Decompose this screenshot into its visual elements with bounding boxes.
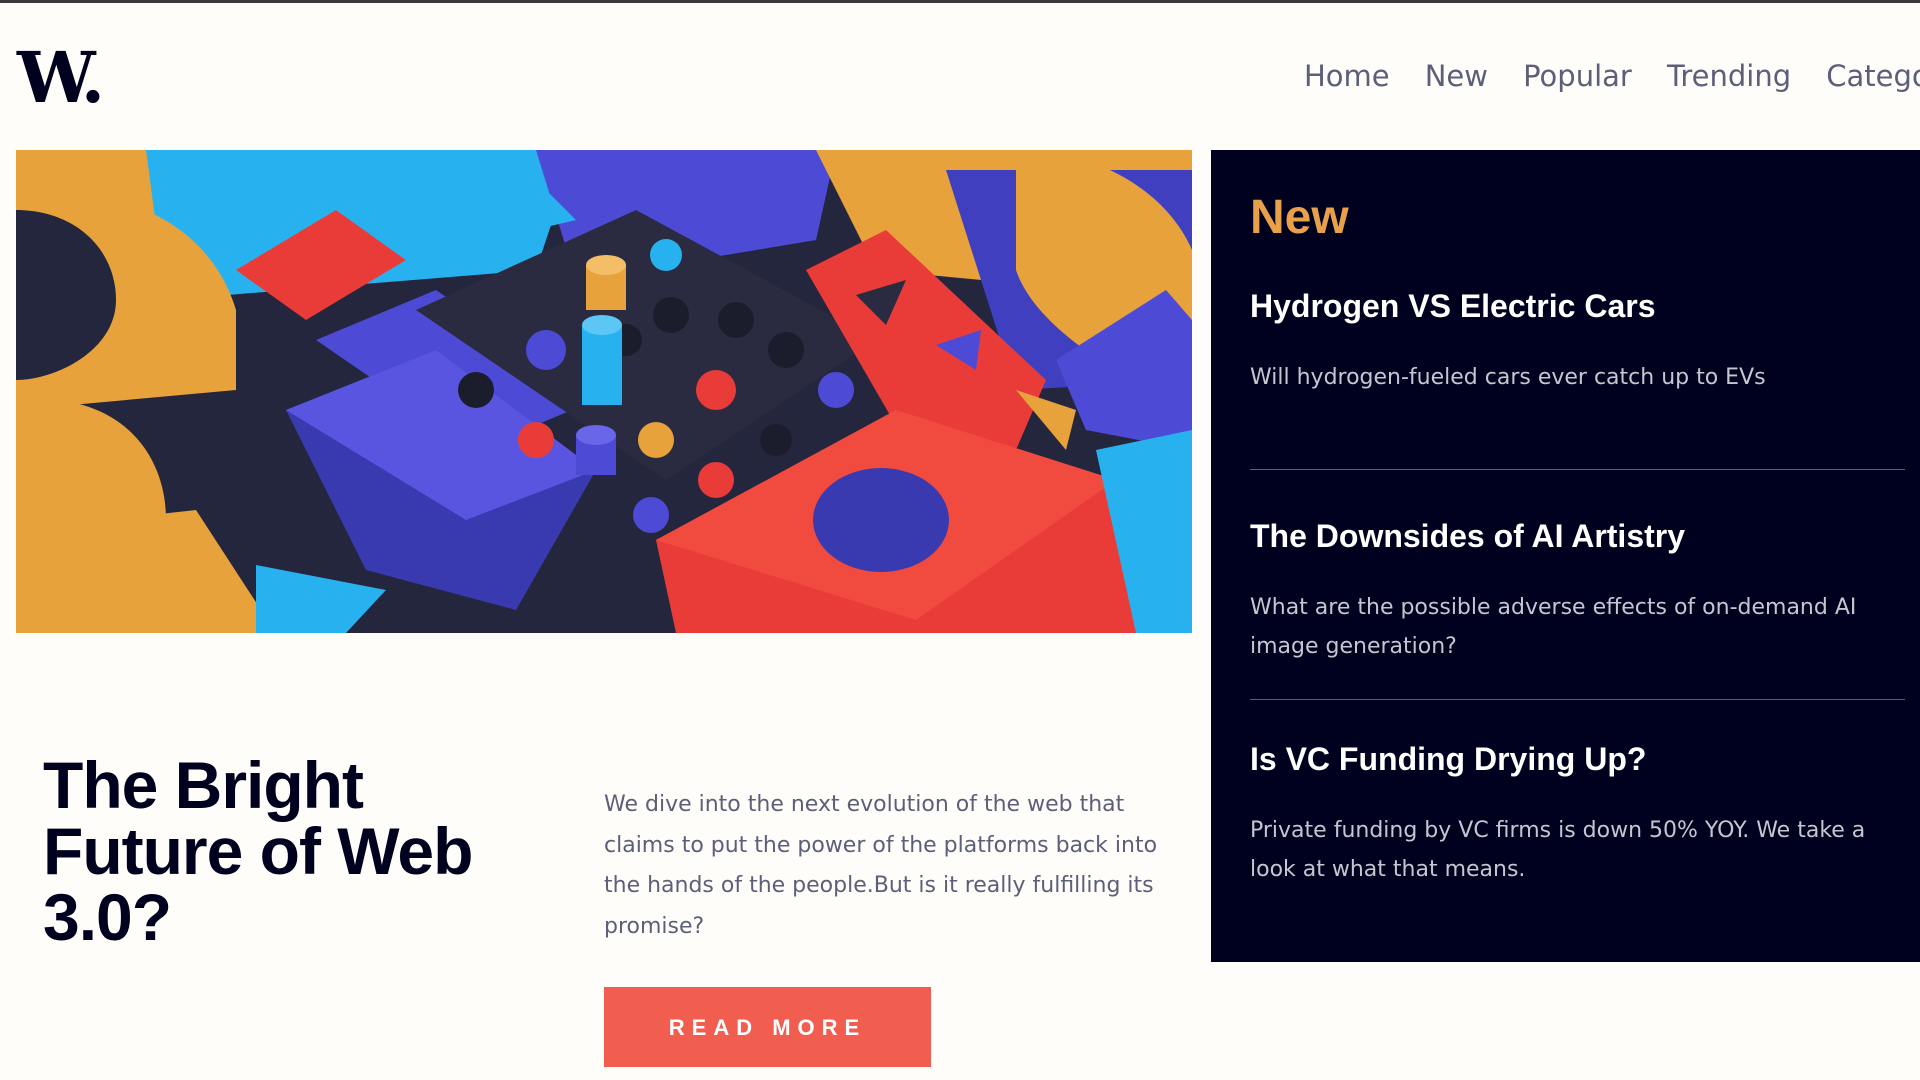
article-item[interactable]: Is VC Funding Drying Up? Private funding… [1250,737,1900,889]
nav-categories[interactable]: Categories [1826,54,1920,98]
nav-popular[interactable]: Popular [1523,54,1632,98]
article-description: Will hydrogen-fueled cars ever catch up … [1250,365,1766,390]
article-divider [1250,469,1905,470]
nav-home[interactable]: Home [1304,54,1390,98]
read-more-button[interactable]: READ MORE [604,987,931,1067]
article-description: What are the possible adverse effects of… [1250,595,1857,659]
hero-image [16,150,1192,633]
main-nav: Home New Popular Trending Categories [1304,54,1920,104]
abstract-blocks-illustration [16,150,1192,633]
article-title[interactable]: The Downsides of AI Artistry [1250,514,1900,558]
panel-heading: New [1250,191,1349,244]
article-item[interactable]: The Downsides of AI Artistry What are th… [1250,514,1900,666]
article-title[interactable]: Is VC Funding Drying Up? [1250,737,1900,781]
article-title[interactable]: Hydrogen VS Electric Cars [1250,284,1900,328]
site-logo[interactable]: W. [17,38,105,118]
nav-trending[interactable]: Trending [1667,54,1791,98]
nav-new[interactable]: New [1425,54,1488,98]
hero-headline: The Bright Future of Web 3.0? [43,748,473,954]
article-description: Private funding by VC firms is down 50% … [1250,818,1866,882]
article-divider [1250,699,1905,700]
top-border [0,0,1920,3]
hero-excerpt: We dive into the next evolution of the w… [604,792,1158,939]
article-item[interactable]: Hydrogen VS Electric Cars Will hydrogen-… [1250,284,1900,397]
new-articles-panel: New Hydrogen VS Electric Cars Will hydro… [1211,150,1920,962]
